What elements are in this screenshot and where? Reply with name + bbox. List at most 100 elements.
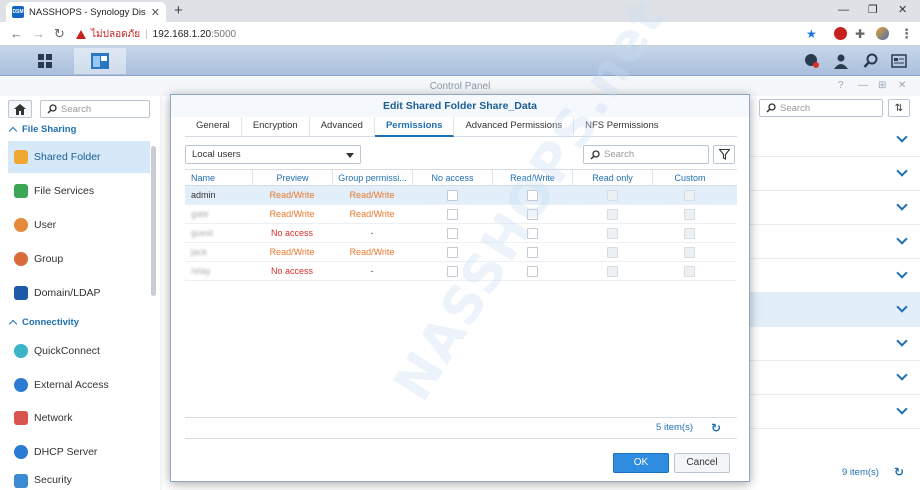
permission-search-input[interactable]: Search	[583, 145, 709, 164]
table-row[interactable]: gate Read/Write Read/Write	[185, 205, 737, 224]
control-panel-taskbar-button[interactable]	[74, 48, 126, 74]
read-only-checkbox[interactable]	[607, 228, 618, 239]
custom-checkbox[interactable]	[684, 247, 695, 258]
filter-button[interactable]	[713, 145, 735, 164]
custom-checkbox[interactable]	[684, 228, 695, 239]
user-icon[interactable]	[832, 52, 850, 70]
list-item[interactable]	[750, 327, 920, 361]
sidebar-item-security[interactable]: Security	[8, 468, 150, 490]
list-item[interactable]	[750, 259, 920, 293]
sidebar-item-shared-folder[interactable]: Shared Folder	[8, 141, 150, 173]
table-row[interactable]: relay No access -	[185, 262, 737, 281]
read-write-checkbox[interactable]	[527, 247, 538, 258]
globe-icon	[14, 378, 28, 392]
user-icon	[14, 218, 28, 232]
ok-button[interactable]: OK	[613, 453, 669, 473]
main-menu-button[interactable]	[18, 48, 72, 74]
new-tab-icon[interactable]: +	[174, 3, 183, 19]
minimize-icon[interactable]: —	[838, 2, 849, 18]
home-button[interactable]	[8, 100, 32, 118]
window-close-icon[interactable]: ✕	[898, 80, 906, 91]
read-write-checkbox[interactable]	[527, 190, 538, 201]
column-preview[interactable]: Preview	[252, 170, 332, 186]
window-minimize-icon[interactable]: —	[858, 80, 868, 91]
sidebar-search-input[interactable]: Search	[40, 100, 150, 118]
read-write-checkbox[interactable]	[527, 209, 538, 220]
sidebar-item-dhcp-server[interactable]: DHCP Server	[8, 436, 150, 468]
refresh-icon[interactable]: ↻	[894, 465, 904, 479]
custom-checkbox[interactable]	[684, 266, 695, 277]
url-field[interactable]: ไม่ปลอดภัย | 192.168.1.20:5000	[76, 25, 796, 43]
sidebar-item-external-access[interactable]: External Access	[8, 369, 150, 401]
sort-button[interactable]: ⇅	[888, 99, 910, 117]
list-item[interactable]	[750, 395, 920, 429]
back-icon[interactable]: ←	[10, 26, 23, 42]
tab-nfs-permissions[interactable]: NFS Permissions	[574, 117, 669, 137]
help-icon[interactable]: ?	[838, 80, 844, 91]
column-custom[interactable]: Custom	[652, 170, 727, 186]
read-write-checkbox[interactable]	[527, 266, 538, 277]
sidebar-item-user[interactable]: User	[8, 209, 150, 241]
no-access-checkbox[interactable]	[447, 247, 458, 258]
no-access-checkbox[interactable]	[447, 228, 458, 239]
table-row[interactable]: guest No access -	[185, 224, 737, 243]
column-read-write[interactable]: Read/Write	[492, 170, 572, 186]
table-row[interactable]: jack Read/Write Read/Write	[185, 243, 737, 262]
no-access-checkbox[interactable]	[447, 209, 458, 220]
sidebar-item-file-services[interactable]: File Services	[8, 175, 150, 207]
tab-advanced-permissions[interactable]: Advanced Permissions	[454, 117, 575, 137]
main-search-input[interactable]: Search	[759, 99, 883, 117]
sidebar-item-group[interactable]: Group	[8, 243, 150, 275]
search-icon[interactable]	[862, 52, 880, 70]
list-item[interactable]	[750, 225, 920, 259]
reload-icon[interactable]: ↻	[54, 26, 65, 42]
list-item[interactable]	[750, 361, 920, 395]
list-item[interactable]	[750, 123, 920, 157]
insecure-label: ไม่ปลอดภัย	[91, 28, 141, 40]
tab-general[interactable]: General	[185, 117, 242, 137]
sidebar-item-network[interactable]: Network	[8, 402, 150, 434]
extension-icon[interactable]	[834, 27, 847, 40]
bookmark-star-icon[interactable]: ★	[806, 26, 817, 42]
cancel-button[interactable]: Cancel	[674, 453, 730, 473]
list-item[interactable]	[750, 293, 920, 327]
user-type-select[interactable]: Local users	[185, 145, 361, 164]
no-access-checkbox[interactable]	[447, 190, 458, 201]
puzzle-icon[interactable]: ✚	[855, 26, 865, 42]
sidebar-item-quickconnect[interactable]: QuickConnect	[8, 335, 150, 367]
column-no-access[interactable]: No access	[412, 170, 492, 186]
restore-icon[interactable]: ❐	[868, 2, 878, 18]
close-window-icon[interactable]: ✕	[898, 2, 907, 18]
profile-avatar-icon[interactable]	[876, 27, 889, 40]
tab-encryption[interactable]: Encryption	[242, 117, 310, 137]
no-access-checkbox[interactable]	[447, 266, 458, 277]
column-read-only[interactable]: Read only	[572, 170, 652, 186]
tab-permissions[interactable]: Permissions	[374, 117, 455, 137]
sidebar-scrollbar[interactable]	[151, 146, 156, 296]
list-item[interactable]	[750, 191, 920, 225]
read-only-checkbox[interactable]	[607, 247, 618, 258]
read-only-checkbox[interactable]	[607, 190, 618, 201]
close-tab-icon[interactable]: ✕	[151, 6, 160, 19]
table-row[interactable]: admin Read/Write Read/Write	[185, 186, 737, 205]
browser-tab[interactable]: DSM NASSHOPS - Synology DiskStation ✕	[6, 2, 166, 22]
notifications-icon[interactable]	[802, 52, 820, 70]
custom-checkbox[interactable]	[684, 190, 695, 201]
read-only-checkbox[interactable]	[607, 266, 618, 277]
window-maximize-icon[interactable]: ⊞	[878, 80, 886, 91]
read-write-checkbox[interactable]	[527, 228, 538, 239]
group-file-sharing[interactable]: File Sharing	[8, 124, 76, 136]
read-only-checkbox[interactable]	[607, 209, 618, 220]
user-name: guest	[191, 228, 214, 238]
forward-icon[interactable]: →	[32, 26, 45, 42]
column-name[interactable]: Name	[185, 170, 252, 186]
sidebar-item-domain-ldap[interactable]: Domain/LDAP	[8, 277, 150, 309]
custom-checkbox[interactable]	[684, 209, 695, 220]
widgets-icon[interactable]	[890, 52, 908, 70]
column-group-permission[interactable]: Group permissi...	[332, 170, 412, 186]
group-connectivity[interactable]: Connectivity	[8, 317, 79, 329]
tab-advanced[interactable]: Advanced	[310, 117, 375, 137]
refresh-icon[interactable]: ↻	[711, 421, 721, 435]
more-menu-icon[interactable]: ⋮	[900, 26, 913, 42]
list-item[interactable]	[750, 157, 920, 191]
